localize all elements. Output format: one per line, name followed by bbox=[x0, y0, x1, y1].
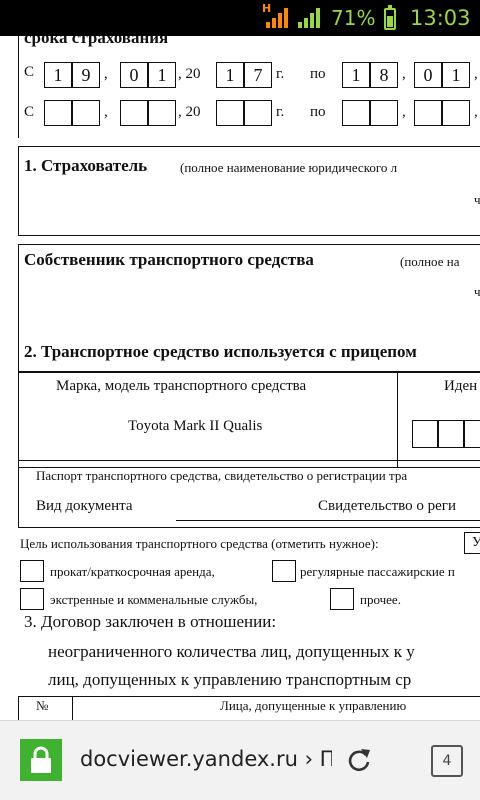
day-digit-field[interactable] bbox=[44, 100, 72, 126]
section-1-cut-text: ч bbox=[474, 192, 480, 207]
separator: , bbox=[104, 104, 108, 120]
vin-digit-field[interactable] bbox=[438, 420, 464, 448]
day-digit-field[interactable]: 1 bbox=[44, 62, 72, 88]
emergency-checkbox[interactable] bbox=[20, 588, 44, 610]
tabs-icon[interactable]: 4 bbox=[431, 745, 463, 777]
from-label: С bbox=[24, 64, 35, 80]
url-text[interactable]: docviewer.yandex.ru › По bbox=[80, 747, 332, 771]
other-checkbox[interactable] bbox=[330, 588, 354, 610]
separator: , bbox=[474, 104, 478, 120]
column-id-header: Иден bbox=[444, 378, 478, 394]
day-digit-field[interactable]: 1 bbox=[342, 62, 370, 88]
purpose-label: Цель использования транспортного средств… bbox=[20, 536, 379, 551]
day-digit-field[interactable]: 9 bbox=[72, 62, 100, 88]
document-page[interactable]: срока страхования С 1 9 , 0 1 , 20 1 7 г… bbox=[0, 36, 480, 720]
drivers-table-number-header: № bbox=[36, 698, 49, 713]
browser-address-bar: docviewer.yandex.ru › По 4 bbox=[0, 720, 480, 800]
year-prefix: , 20 bbox=[178, 104, 201, 120]
drivers-table-persons-header: Лица, допущенные к управлению bbox=[220, 698, 407, 713]
vin-digit-field[interactable] bbox=[464, 420, 480, 448]
separator: , bbox=[104, 66, 108, 82]
signal-icon bbox=[298, 6, 320, 28]
vehicle-make-value: Toyota Mark II Qualis bbox=[128, 418, 263, 434]
rent-option-label: прокат/краткосрочная аренда, bbox=[50, 564, 215, 579]
clock: 13:03 bbox=[410, 6, 471, 30]
purpose-field[interactable]: У bbox=[464, 532, 480, 554]
status-bar: H 71% 13:03 bbox=[0, 0, 480, 36]
other-option-label: прочее. bbox=[360, 592, 401, 607]
to-label: по bbox=[310, 104, 326, 120]
column-make-header: Марка, модель транспортного средства bbox=[56, 378, 307, 394]
owner-hint: (полное на bbox=[400, 254, 460, 269]
day-digit-field[interactable] bbox=[370, 100, 398, 126]
month-digit-field[interactable] bbox=[148, 100, 176, 126]
section-1-title: 1. Страхователь bbox=[24, 156, 148, 175]
month-digit-field[interactable]: 0 bbox=[120, 62, 148, 88]
month-digit-field[interactable]: 1 bbox=[148, 62, 176, 88]
day-digit-field[interactable]: 8 bbox=[370, 62, 398, 88]
year-prefix: , 20 bbox=[178, 66, 201, 82]
to-label: по bbox=[310, 66, 326, 82]
document-type-label: Вид документа bbox=[36, 498, 133, 514]
section-3-title: 3. Договор заключен в отношении: bbox=[24, 612, 277, 631]
year-digit-field[interactable] bbox=[244, 100, 272, 126]
day-digit-field[interactable] bbox=[342, 100, 370, 126]
passenger-checkbox[interactable] bbox=[272, 560, 296, 582]
month-digit-field[interactable] bbox=[442, 100, 470, 126]
month-digit-field[interactable]: 0 bbox=[414, 62, 442, 88]
year-digit-field[interactable] bbox=[216, 100, 244, 126]
year-digit-field[interactable]: 7 bbox=[244, 62, 272, 88]
section-3-option-listed: лиц, допущенных к управлению транспортны… bbox=[48, 670, 412, 689]
period-heading: срока страхования bbox=[24, 36, 169, 47]
lock-icon[interactable] bbox=[20, 739, 62, 781]
month-digit-field[interactable] bbox=[414, 100, 442, 126]
owner-cut-text: ч bbox=[474, 284, 480, 299]
separator: , bbox=[402, 104, 406, 120]
section-2-title: 2. Транспортное средство используется с … bbox=[24, 342, 417, 361]
battery-percent: 71% bbox=[331, 6, 376, 30]
from-label: С bbox=[24, 104, 35, 120]
month-digit-field[interactable] bbox=[120, 100, 148, 126]
owner-title: Собственник транспортного средства bbox=[24, 250, 314, 269]
day-digit-field[interactable] bbox=[72, 100, 100, 126]
passport-label: Паспорт транспортного средства, свидетел… bbox=[36, 468, 408, 483]
section-1-hint: (полное наименование юридического л bbox=[180, 160, 398, 175]
month-digit-field[interactable]: 1 bbox=[442, 62, 470, 88]
rent-checkbox[interactable] bbox=[20, 560, 44, 582]
section-3-option-unlimited: неограниченного количества лиц, допущенн… bbox=[48, 642, 415, 661]
vin-digit-field[interactable] bbox=[412, 420, 438, 448]
battery-icon bbox=[384, 5, 396, 30]
signal-icon bbox=[266, 6, 288, 28]
document-type-value: Свидетельство о реги bbox=[318, 498, 456, 514]
emergency-option-label: экстренные и комменальные службы, bbox=[50, 592, 258, 607]
year-suffix: г. bbox=[276, 66, 285, 82]
reload-icon[interactable] bbox=[344, 745, 374, 775]
passenger-option-label: регулярные пассажирские п bbox=[300, 564, 455, 579]
year-digit-field[interactable]: 1 bbox=[216, 62, 244, 88]
separator: , bbox=[402, 66, 406, 82]
separator: , bbox=[474, 66, 478, 82]
year-suffix: г. bbox=[276, 104, 285, 120]
